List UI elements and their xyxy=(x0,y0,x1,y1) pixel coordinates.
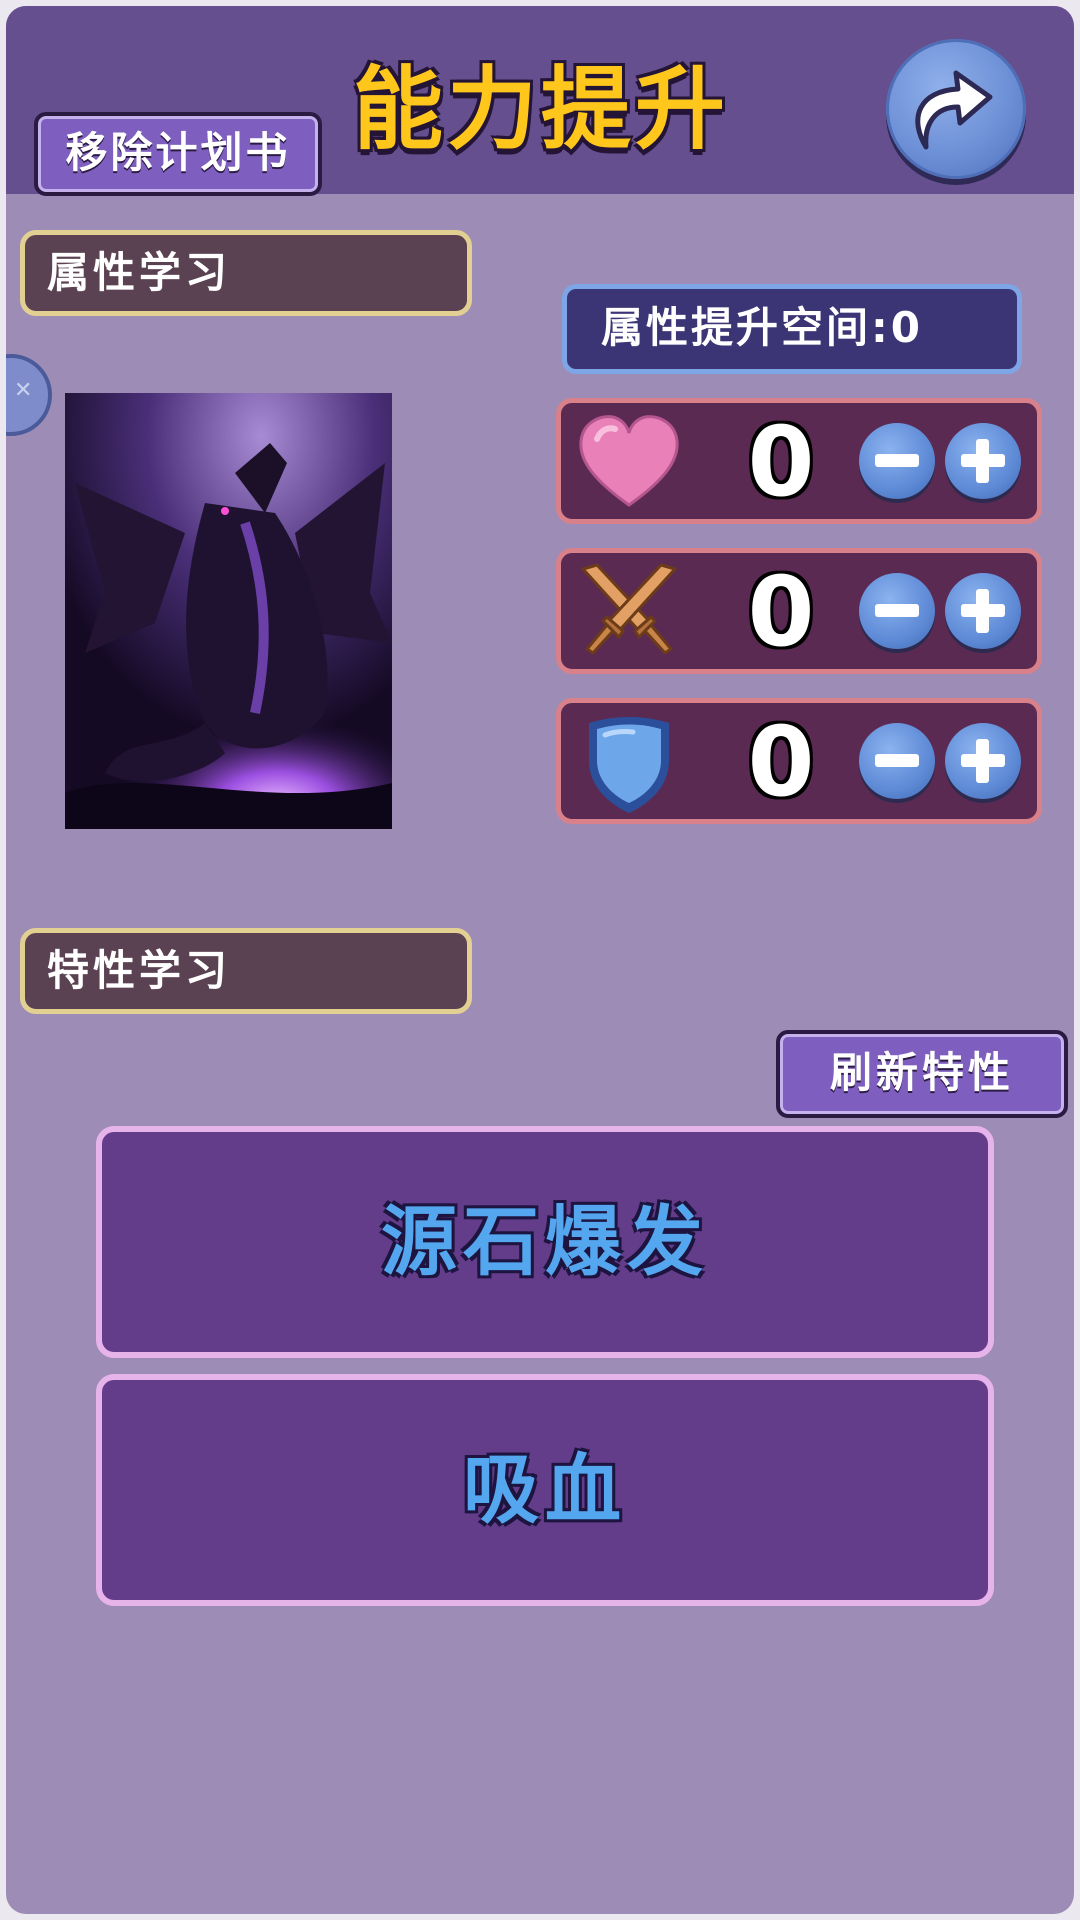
attribute-learning-header: 属性学习 xyxy=(20,230,472,316)
defense-plus-button[interactable] xyxy=(945,723,1021,799)
side-tab-icon: ✕ xyxy=(14,378,33,403)
stat-row-attack: 0 xyxy=(556,548,1042,674)
health-plus-button[interactable] xyxy=(945,423,1021,499)
trait-learning-header: 特性学习 xyxy=(20,928,472,1014)
health-minus-button[interactable] xyxy=(859,423,935,499)
heart-icon xyxy=(579,415,679,507)
sword-icon xyxy=(581,563,677,655)
page-title: 能力提升 xyxy=(353,57,729,162)
character-portrait xyxy=(65,393,392,829)
minus-icon xyxy=(875,754,919,767)
stat-value-attack: 0 xyxy=(747,556,815,668)
minus-icon xyxy=(875,604,919,617)
shield-icon xyxy=(589,717,669,813)
stat-row-defense: 0 xyxy=(556,698,1042,824)
defense-minus-button[interactable] xyxy=(859,723,935,799)
trait-option[interactable]: 吸血 xyxy=(96,1374,994,1606)
refresh-traits-button[interactable]: 刷新特性 xyxy=(776,1030,1068,1118)
trait-option[interactable]: 源石爆发 xyxy=(96,1126,994,1358)
attribute-space-label: 属性提升空间:0 xyxy=(562,284,1022,374)
plus-icon xyxy=(961,739,1005,783)
stat-value-defense: 0 xyxy=(747,706,815,818)
attack-plus-button[interactable] xyxy=(945,573,1021,649)
stat-value-health: 0 xyxy=(747,406,815,518)
stat-row-health: 0 xyxy=(556,398,1042,524)
minus-icon xyxy=(875,454,919,467)
plus-icon xyxy=(961,589,1005,633)
remove-plan-button[interactable]: 移除计划书 xyxy=(34,112,322,196)
attack-minus-button[interactable] xyxy=(859,573,935,649)
side-tab-button[interactable]: ✕ xyxy=(6,354,52,436)
back-arrow-icon xyxy=(915,70,993,150)
back-button[interactable] xyxy=(886,39,1026,179)
dragon-image xyxy=(65,393,392,829)
upgrade-panel: 能力提升 移除计划书 属性学习 ✕ 属性提升空间:0 0 0 0 特性学习 刷新… xyxy=(6,6,1074,1914)
plus-icon xyxy=(961,439,1005,483)
